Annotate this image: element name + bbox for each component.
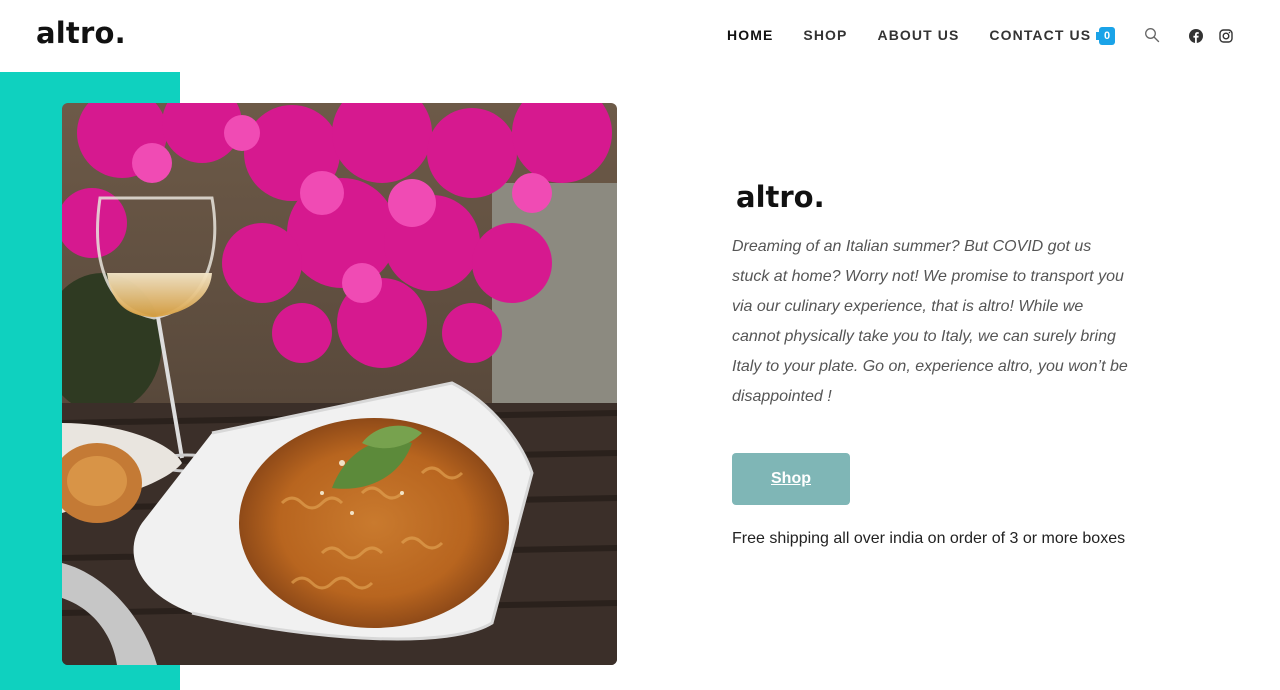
nav-shop[interactable]: SHOP (803, 27, 847, 43)
shop-button[interactable]: Shop (732, 453, 850, 505)
nav-contact-us[interactable]: CONTACT US (989, 27, 1091, 43)
hero-image (62, 103, 617, 665)
brand-logo: altro. (736, 180, 825, 214)
site-header: altro. HOME SHOP ABOUT US CONTACT US 0 (0, 0, 1280, 72)
hero-tagline: Dreaming of an Italian summer? But COVID… (732, 238, 1128, 405)
search-icon[interactable] (1144, 27, 1160, 43)
cart-icon[interactable]: 0 (1096, 27, 1116, 45)
instagram-icon[interactable] (1219, 29, 1233, 43)
facebook-icon[interactable] (1189, 29, 1203, 43)
nav-home[interactable]: HOME (727, 27, 773, 43)
hero-image-illustration (62, 103, 617, 665)
nav-about-us[interactable]: ABOUT US (877, 27, 959, 43)
cart-count-badge: 0 (1099, 27, 1115, 45)
main-nav: HOME SHOP ABOUT US CONTACT US (727, 27, 1121, 43)
site-logo[interactable]: altro. (36, 16, 126, 50)
shipping-note: Free shipping all over india on order of… (732, 530, 1126, 547)
